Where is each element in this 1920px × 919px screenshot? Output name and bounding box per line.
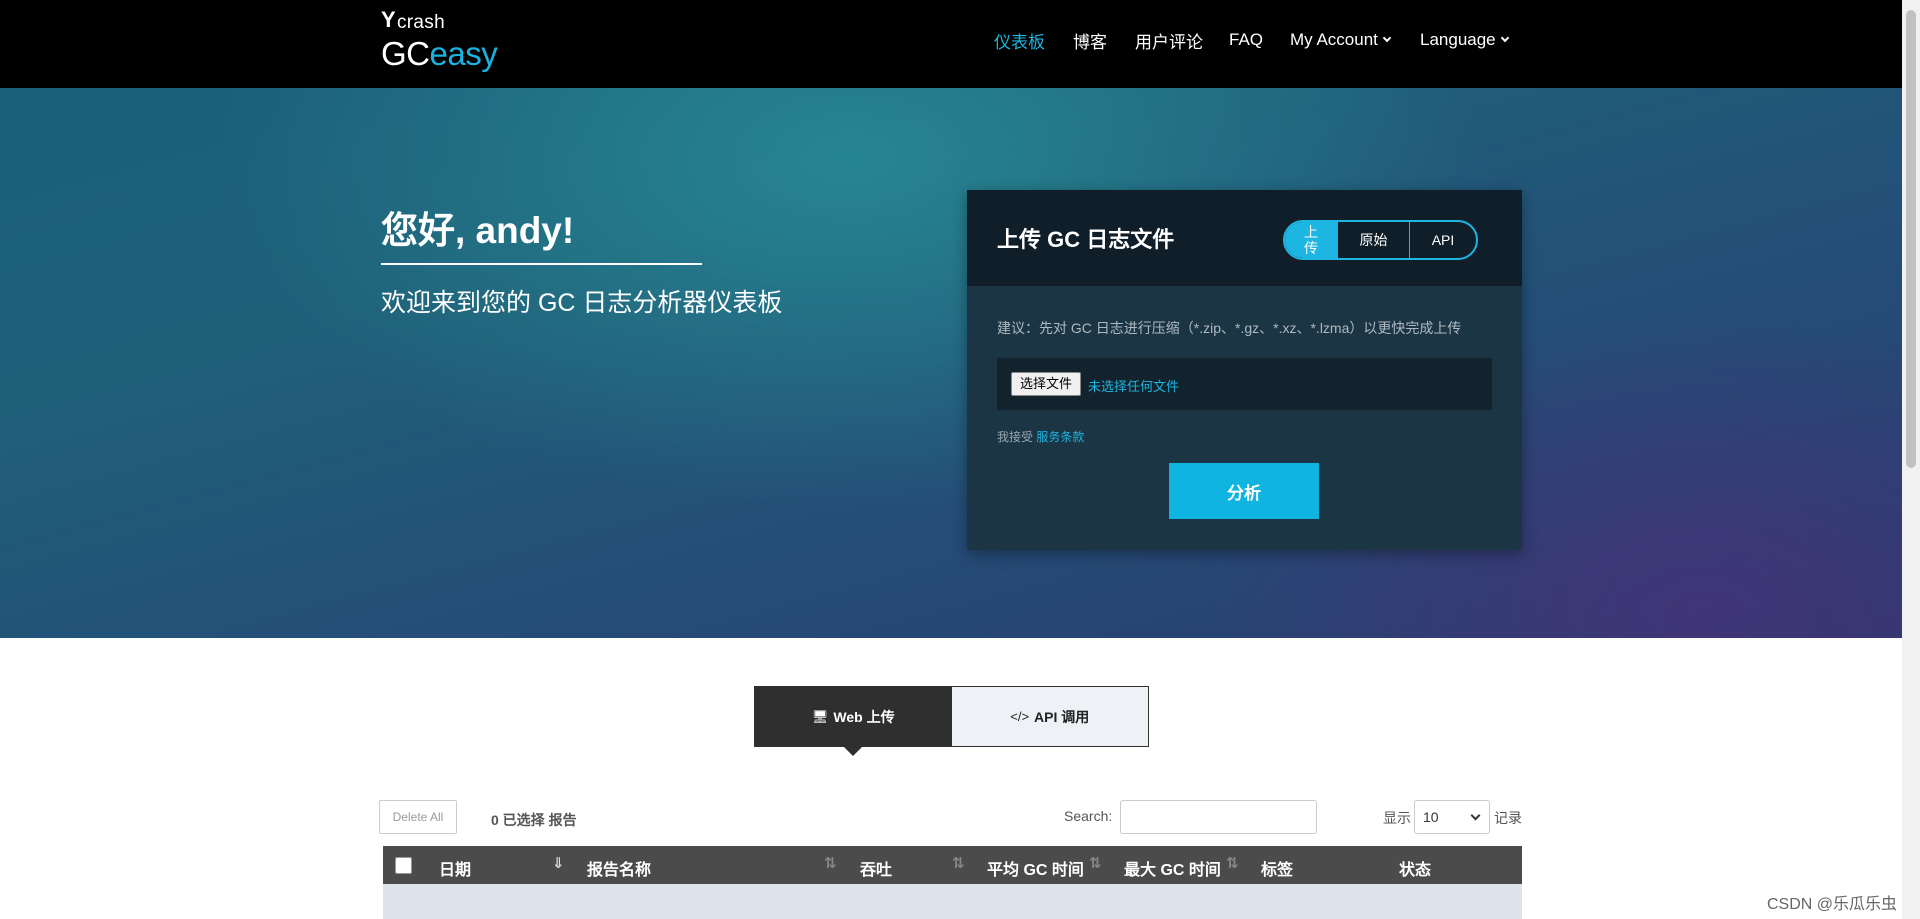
page-scrollbar[interactable] — [1902, 0, 1920, 919]
column-max-gc-time[interactable]: 最大 GC 时间 — [1124, 856, 1221, 880]
gceasy-wordmark-main: GC — [381, 35, 430, 72]
nav-dashboard-label: 仪表板 — [994, 32, 1045, 52]
choose-file-button[interactable]: 选择文件 — [1011, 372, 1082, 396]
terms-notice: 我接受 服务条款 — [997, 428, 1084, 445]
heading-divider — [381, 263, 702, 265]
records-label: 记录 — [1494, 810, 1522, 826]
tab-api[interactable]: API — [1409, 222, 1476, 258]
tab-web-upload[interactable]: 🖥 Web 上传 — [755, 687, 952, 756]
sort-icon[interactable]: ⇅ — [824, 854, 837, 872]
ycrash-text: crash — [396, 12, 445, 33]
column-report-name[interactable]: 报告名称 — [587, 856, 651, 880]
code-icon: </> — [1010, 709, 1030, 724]
watermark: CSDN @乐瓜乐虫 — [1767, 896, 1898, 913]
nav-dashboard[interactable]: 仪表板 — [994, 28, 1045, 52]
nav-language[interactable]: Language — [1420, 28, 1509, 52]
ycrash-logo: Y crash — [381, 7, 497, 36]
chevron-down-icon — [1382, 33, 1392, 43]
table-row — [383, 884, 1522, 919]
search-label: Search: — [1064, 808, 1113, 824]
column-status[interactable]: 状态 — [1399, 856, 1431, 880]
welcome-subtitle: 欢迎来到您的 GC 日志分析器仪表板 — [381, 289, 783, 317]
column-avg-gc-time[interactable]: 平均 GC 时间 — [987, 856, 1084, 880]
file-input-box: 选择文件 未选择任何文件 — [997, 358, 1492, 410]
report-source-tabs: 🖥 Web 上传 </> API 调用 — [754, 686, 1149, 756]
nav-faq-label: FAQ — [1229, 30, 1264, 49]
terms-prefix: 我接受 — [997, 430, 1034, 444]
monitor-icon: 🖥 — [811, 708, 829, 724]
search-input[interactable] — [1120, 800, 1317, 834]
top-navbar: Y crash GCeasy 仪表板 博客 用户评论 FAQ My Accoun… — [0, 0, 1902, 88]
tab-api-calls-label: API 调用 — [1034, 708, 1090, 725]
selected-reports-count: 0 已选择 报告 — [491, 812, 577, 828]
analyze-button[interactable]: 分析 — [1169, 463, 1319, 519]
upload-panel: 上传 GC 日志文件 上传 原始 API 建议：先对 GC 日志进行压缩（*.z… — [967, 190, 1522, 550]
tab-upload[interactable]: 上传 — [1285, 222, 1337, 258]
compression-tip: 建议：先对 GC 日志进行压缩（*.zip、*.gz、*.xz、*.lzma）以… — [997, 320, 1462, 336]
show-label: 显示 — [1383, 810, 1411, 826]
chevron-down-icon — [1470, 810, 1481, 821]
nav-language-label: Language — [1420, 30, 1496, 49]
page-size-select[interactable]: 10 — [1414, 800, 1490, 834]
tab-api-calls[interactable]: </> API 调用 — [951, 687, 1148, 746]
nav-blog[interactable]: 博客 — [1073, 28, 1107, 52]
nav-my-account-label: My Account — [1290, 30, 1378, 49]
sort-desc-icon[interactable]: ⇓ — [552, 854, 565, 872]
scrollbar-thumb[interactable] — [1906, 10, 1916, 468]
chevron-down-icon — [1500, 33, 1509, 43]
sort-icon[interactable]: ⇅ — [952, 854, 965, 872]
nav-faq[interactable]: FAQ — [1229, 28, 1263, 52]
tab-web-upload-label: Web 上传 — [833, 708, 895, 725]
column-date[interactable]: 日期 — [439, 856, 471, 880]
nav-reviews[interactable]: 用户评论 — [1135, 28, 1203, 52]
sort-icon[interactable]: ⇅ — [1226, 854, 1239, 872]
nav-my-account[interactable]: My Account — [1290, 28, 1392, 52]
upload-title: 上传 GC 日志文件 — [997, 227, 1175, 252]
nav-reviews-label: 用户评论 — [1135, 32, 1203, 52]
upload-panel-header: 上传 GC 日志文件 上传 原始 API — [967, 190, 1522, 286]
hero-section: 您好, andy! 欢迎来到您的 GC 日志分析器仪表板 上传 GC 日志文件 … — [0, 88, 1902, 638]
greeting-heading: 您好, andy! — [381, 210, 575, 251]
nav-blog-label: 博客 — [1073, 32, 1107, 52]
page-size-value: 10 — [1423, 809, 1439, 825]
sort-icon[interactable]: ⇅ — [1089, 854, 1102, 872]
column-throughput[interactable]: 吞吐 — [860, 856, 892, 880]
tab-raw[interactable]: 原始 — [1337, 222, 1409, 258]
delete-all-button[interactable]: Delete All — [379, 800, 457, 834]
terms-of-service-link[interactable]: 服务条款 — [1036, 430, 1084, 444]
select-all-checkbox[interactable] — [395, 857, 412, 874]
column-tags[interactable]: 标签 — [1261, 856, 1293, 880]
upload-mode-tabs: 上传 原始 API — [1283, 220, 1478, 260]
gceasy-wordmark: GCeasy — [381, 35, 498, 72]
reports-table-header: 日期 ⇓ 报告名称 ⇅ 吞吐 ⇅ 平均 GC 时间 ⇅ 最大 GC 时间 ⇅ 标… — [383, 846, 1522, 884]
no-file-selected-text: 未选择任何文件 — [1088, 379, 1180, 394]
gceasy-wordmark-accent: easy — [429, 35, 498, 72]
gceasy-logo[interactable]: Y crash GCeasy — [381, 7, 498, 72]
ycrash-y-icon: Y — [381, 7, 396, 32]
